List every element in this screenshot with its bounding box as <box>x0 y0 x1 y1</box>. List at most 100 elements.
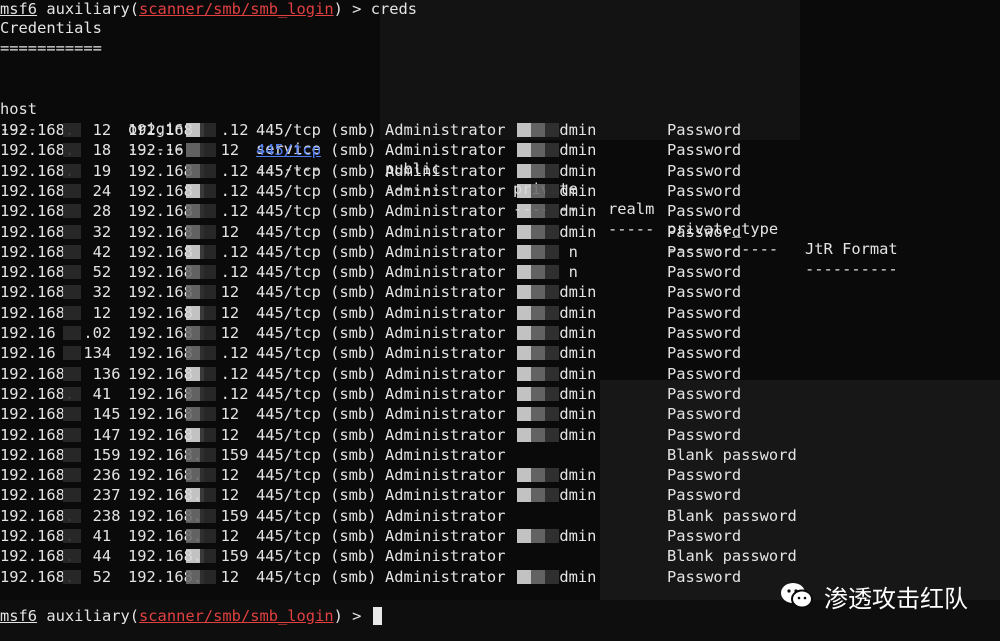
redaction-mask <box>200 224 216 239</box>
redaction-mask <box>200 244 216 259</box>
redaction-mask <box>200 143 216 158</box>
redaction-mask <box>545 123 559 137</box>
cell-host: 192.168 236 <box>0 466 121 485</box>
redaction-mask <box>200 265 216 280</box>
table-header: host origin service public private realm… <box>0 79 1000 258</box>
cell-service: 445/tcp (smb) <box>256 344 377 363</box>
redaction-mask <box>545 488 559 503</box>
cell-host: 192.168 145 <box>0 405 121 424</box>
cell-service: 445/tcp (smb) <box>256 283 377 302</box>
cell-host: 192.168 32 <box>0 283 112 302</box>
redaction-mask <box>200 529 216 543</box>
redaction-mask <box>517 265 531 280</box>
redaction-mask <box>63 326 81 340</box>
redaction-mask <box>200 508 216 523</box>
cell-public: Administrator <box>385 425 506 444</box>
watermark: 渗透攻击红队 <box>780 576 968 616</box>
cell-host: 192.168. 18 <box>0 141 112 160</box>
redaction-mask <box>517 143 531 158</box>
cell-public: Administrator <box>385 466 506 485</box>
redaction-mask <box>545 407 559 422</box>
cell-host: 192.16 .02 <box>0 324 112 342</box>
redaction-mask <box>545 569 559 584</box>
redaction-mask <box>545 224 559 239</box>
cell-origin: 192.168 12 <box>128 425 240 444</box>
cell-host: 192.168. 41 <box>0 384 112 403</box>
cell-host: 192.168. 52 <box>0 567 112 586</box>
redaction-mask <box>517 244 531 259</box>
redaction-mask <box>517 366 531 381</box>
cell-public: Administrator <box>385 121 506 139</box>
cell-host: 192.168 24 <box>0 181 112 200</box>
redaction-mask <box>545 265 559 280</box>
terminal-window[interactable]: msf6 auxiliary(scanner/smb/smb_login) > … <box>0 0 1000 641</box>
active-prompt-line[interactable]: msf6 auxiliary(scanner/smb/smb_login) > <box>0 606 382 626</box>
cell-origin: 192.168. 12 <box>128 567 240 586</box>
prompt-name: msf6 <box>0 607 38 625</box>
cell-public: Administrator <box>385 324 506 342</box>
cell-private-type: Password <box>667 303 742 322</box>
cell-service[interactable]: 445/tcp (smb) <box>256 140 376 160</box>
cell-private-type: Password <box>667 161 742 180</box>
redaction-mask <box>63 366 81 381</box>
redaction-mask <box>545 204 559 219</box>
cell-host: 192.168. 19 <box>0 161 112 180</box>
table-row: 192.168. 19 192.168 .12 445/tcp (smb) Admin… <box>0 161 1000 181</box>
redaction-mask <box>200 468 216 483</box>
cell-public: Administrator <box>385 181 506 200</box>
redaction-mask <box>517 529 531 543</box>
cell-origin: 192.168. 12 <box>128 466 240 485</box>
cell-private-type: Password <box>667 344 742 363</box>
cell-public: Administrator <box>385 547 506 566</box>
cell-host: 192.168 12 <box>0 303 112 322</box>
cell-host: 192.168. 44 <box>0 547 112 566</box>
cell-private-type: Password <box>667 364 742 383</box>
cell-public: Administrator <box>385 364 506 383</box>
redaction-mask <box>63 488 81 503</box>
cell-public: Administrator <box>385 506 506 525</box>
table-row: 192.168 52 192.168 .12 445/tcp (smb) Admini… <box>0 262 1000 282</box>
redaction-mask <box>517 488 531 503</box>
redaction-mask <box>517 407 531 422</box>
cell-service: 445/tcp (smb) <box>256 466 377 485</box>
cell-origin: 192.168 12 <box>128 324 240 342</box>
cell-host: 192.16 134 <box>0 344 112 363</box>
cell-service: 445/tcp (smb) <box>256 405 377 424</box>
prompt-end: ) > <box>333 607 371 625</box>
cell-public: Administrator <box>385 303 506 322</box>
cell-host: 192.168 52 <box>0 263 112 282</box>
redaction-mask <box>63 549 81 564</box>
redaction-mask <box>63 204 81 219</box>
cell-origin: 192.168 12 <box>128 405 240 424</box>
redaction-mask <box>63 123 81 137</box>
table-row: 192.168 136 192.168 .12 445/tcp (smb) Admin… <box>0 364 1000 384</box>
redaction-mask <box>63 427 81 442</box>
redaction-mask <box>200 204 216 219</box>
cell-private-type: Password <box>667 121 742 139</box>
redaction-mask <box>200 346 216 361</box>
redaction-mask <box>63 163 81 178</box>
cell-private-type: Password <box>667 222 742 241</box>
section-underline: =========== <box>0 39 102 57</box>
redaction-mask <box>200 447 216 462</box>
cell-public: Administrator <box>385 222 506 241</box>
prompt-text: auxiliary( <box>37 0 140 18</box>
cell-service: 445/tcp (smb) <box>256 445 377 464</box>
table-header-dashes: ---- ------ ------- ------ ----- -- -----… <box>0 99 1000 278</box>
cell-host: 192.168. 12 <box>0 121 112 139</box>
table-row: 192.168 12 192.168 12 445/tcp (smb) Adminis… <box>0 303 1000 323</box>
cell-private-type: Blank password <box>667 547 797 566</box>
cell-public: Administrator <box>385 242 506 261</box>
table-row: 192.168. 41 192.168 .12 445/tcp (smb) Admin… <box>0 384 1000 404</box>
service-link[interactable]: 445/tcp <box>256 141 321 159</box>
cell-private-type: Password <box>667 425 742 444</box>
redaction-mask <box>200 386 216 401</box>
redaction-mask <box>545 285 559 300</box>
table-row: 192.168 32 192.168 12 445/tcp (smb) Adminis… <box>0 222 1000 242</box>
cell-private-type: Password <box>667 242 742 261</box>
redaction-mask <box>517 569 531 584</box>
table-row: 192.168 32 192.168 12 445/tcp (smb) Adminis… <box>0 282 1000 302</box>
redaction-mask <box>63 346 81 361</box>
table-row: 192.168. 12 192.168 .12 445/tcp (smb) Admin… <box>0 120 1000 140</box>
cell-private-type: Blank password <box>667 445 797 464</box>
